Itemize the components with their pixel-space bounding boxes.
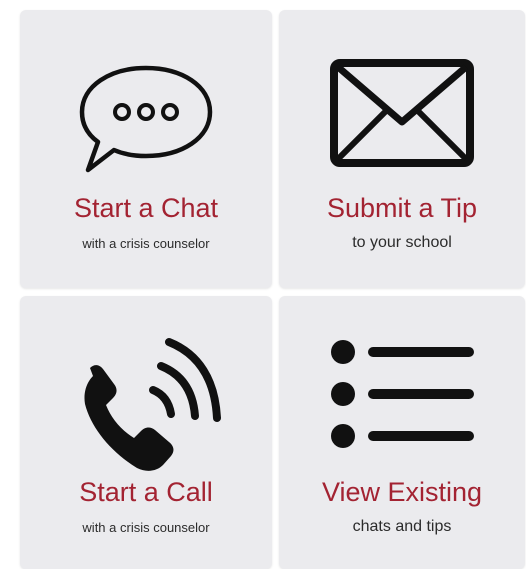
start-chat-card[interactable]: Start a Chat with a crisis counselor [20,10,272,288]
start-call-card[interactable]: Start a Call with a crisis counselor [20,296,272,569]
card-title: View Existing [321,477,483,507]
options-grid: Start a Chat with a crisis counselor Sub… [0,0,526,569]
card-subtitle: with a crisis counselor [82,520,210,535]
submit-tip-card[interactable]: Submit a Tip to your school [279,10,525,288]
list-icon [279,338,525,450]
card-subtitle: chats and tips [352,518,452,535]
card-title: Submit a Tip [326,193,478,223]
phone-icon [20,324,272,474]
card-subtitle: with a crisis counselor [82,236,210,251]
envelope-icon [279,58,525,170]
card-subtitle: to your school [352,234,452,251]
card-title: Start a Chat [73,193,219,223]
card-title: Start a Call [79,477,213,507]
speech-bubble-icon [20,62,272,174]
view-existing-card[interactable]: View Existing chats and tips [279,296,525,569]
